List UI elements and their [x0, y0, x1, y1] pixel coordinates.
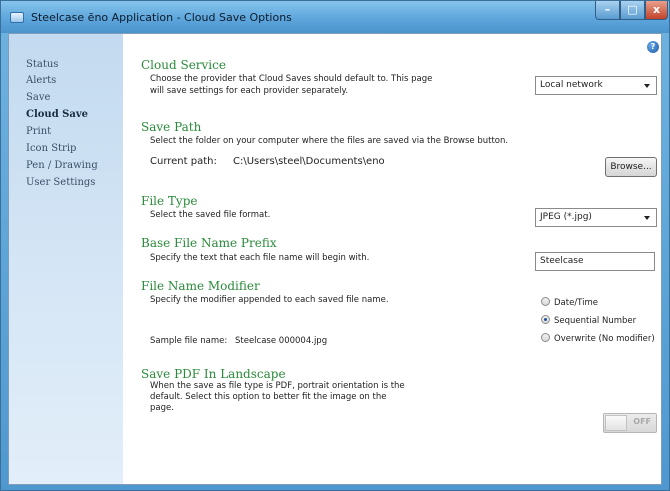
sidebar: Status Alerts Save Cloud Save Print Icon…	[9, 34, 123, 484]
window-title: Steelcase ēno Application - Cloud Save O…	[31, 11, 292, 24]
radio-icon	[541, 333, 550, 342]
current-path-value: C:\Users\steel\Documents\eno	[233, 156, 385, 167]
file-type-dropdown[interactable]: JPEG (*.jpg)	[535, 208, 657, 227]
sidebar-item-print[interactable]: Print	[26, 126, 51, 137]
sidebar-item-icon-strip[interactable]: Icon Strip	[26, 143, 76, 154]
sidebar-item-save[interactable]: Save	[26, 92, 50, 103]
save-path-desc: Select the folder on your computer where…	[150, 136, 509, 146]
sidebar-item-status[interactable]: Status	[26, 59, 58, 70]
pdf-landscape-toggle[interactable]: OFF	[603, 413, 657, 433]
radio-sequential-number[interactable]: Sequential Number	[541, 315, 636, 326]
pdf-landscape-desc-2: default. Select this option to better fi…	[150, 392, 387, 402]
close-button[interactable]: x	[645, 1, 668, 20]
maximize-button[interactable]: □	[620, 1, 645, 20]
minimize-button[interactable]: –	[595, 1, 620, 20]
radio-checked-icon	[541, 315, 550, 324]
radio-label: Overwrite (No modifier)	[554, 334, 655, 344]
help-icon[interactable]: ?	[647, 41, 659, 53]
file-type-desc: Select the saved file format.	[150, 210, 271, 220]
cloud-service-heading: Cloud Service	[141, 58, 226, 72]
pdf-landscape-desc-3: page.	[150, 403, 174, 413]
cloud-service-desc-1: Choose the provider that Cloud Saves sho…	[150, 74, 433, 84]
sidebar-item-user-settings[interactable]: User Settings	[26, 177, 95, 188]
app-icon	[10, 12, 24, 23]
base-prefix-desc: Specify the text that each file name wil…	[150, 253, 370, 263]
toggle-state-label: OFF	[633, 417, 651, 426]
radio-overwrite[interactable]: Overwrite (No modifier)	[541, 333, 655, 344]
sidebar-item-alerts[interactable]: Alerts	[26, 75, 56, 86]
file-type-selected: JPEG (*.jpg)	[540, 212, 592, 222]
client-area: Status Alerts Save Cloud Save Print Icon…	[8, 33, 662, 485]
toggle-knob	[605, 415, 627, 431]
sidebar-item-cloud-save[interactable]: Cloud Save	[26, 109, 88, 120]
chevron-down-icon	[644, 216, 650, 220]
sample-file-value: Steelcase 000004.jpg	[235, 336, 328, 346]
cloud-service-dropdown[interactable]: Local network	[535, 76, 657, 95]
cloud-service-desc-2: will save settings for each provider sep…	[150, 86, 349, 96]
save-path-heading: Save Path	[141, 120, 202, 134]
cloud-service-selected: Local network	[540, 80, 603, 90]
radio-label: Date/Time	[554, 298, 598, 308]
current-path-label: Current path:	[150, 156, 217, 167]
sample-file-label: Sample file name:	[150, 336, 228, 346]
app-window: Steelcase ēno Application - Cloud Save O…	[0, 0, 670, 491]
radio-icon	[541, 297, 550, 306]
sidebar-item-pen-drawing[interactable]: Pen / Drawing	[26, 160, 98, 171]
pdf-landscape-desc-1: When the save as file type is PDF, portr…	[150, 381, 405, 391]
modifier-desc: Specify the modifier appended to each sa…	[150, 295, 389, 305]
radio-date-time[interactable]: Date/Time	[541, 297, 598, 308]
chevron-down-icon	[644, 84, 650, 88]
file-type-heading: File Type	[141, 194, 198, 208]
pdf-landscape-heading: Save PDF In Landscape	[141, 367, 286, 381]
browse-button[interactable]: Browse...	[605, 157, 657, 177]
title-bar[interactable]: Steelcase ēno Application - Cloud Save O…	[1, 1, 669, 33]
base-prefix-heading: Base File Name Prefix	[141, 236, 277, 250]
base-prefix-input[interactable]: Steelcase	[535, 252, 655, 271]
modifier-heading: File Name Modifier	[141, 279, 260, 293]
radio-label: Sequential Number	[554, 316, 637, 326]
